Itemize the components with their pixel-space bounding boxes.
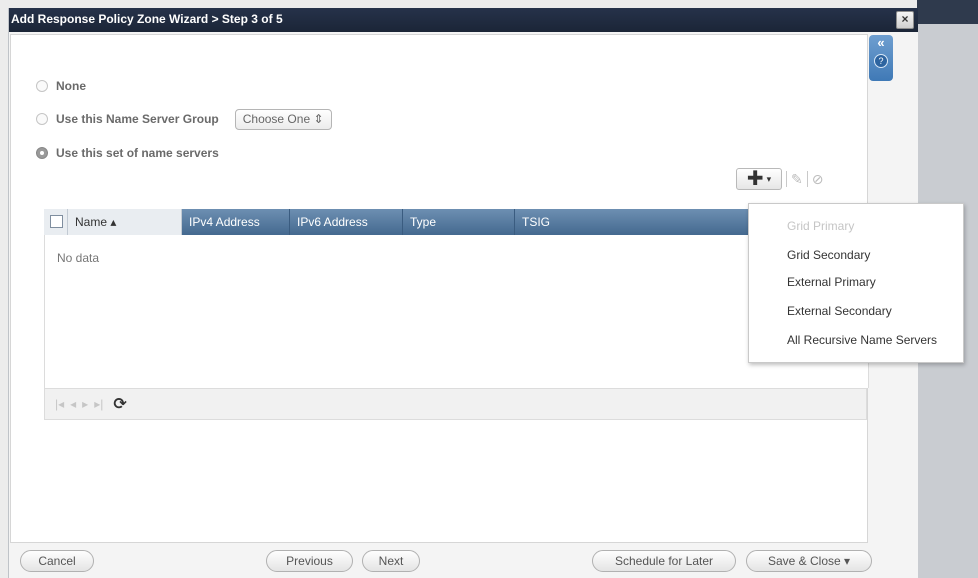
add-icon: ✚ xyxy=(746,168,764,190)
column-header-type[interactable]: Type xyxy=(403,209,515,235)
edit-icon[interactable]: ✎ xyxy=(791,171,803,188)
option-none[interactable]: None xyxy=(36,77,86,95)
refresh-icon[interactable]: ⟳ xyxy=(113,394,126,414)
menu-item-grid-primary: Grid Primary xyxy=(787,219,855,233)
toolbar-divider xyxy=(806,171,808,187)
dialog-titlebar: Add Response Policy Zone Wizard > Step 3… xyxy=(9,8,918,32)
column-header-name[interactable]: Name ▴ xyxy=(68,209,182,235)
option-none-label: None xyxy=(56,79,86,93)
schedule-later-button[interactable]: Schedule for Later xyxy=(592,550,736,572)
collapse-icon[interactable]: « xyxy=(869,35,893,51)
empty-message: No data xyxy=(57,251,100,265)
toolbar-divider xyxy=(786,171,787,187)
menu-item-grid-secondary[interactable]: Grid Secondary xyxy=(787,243,870,267)
background-titlebar xyxy=(917,0,978,24)
cancel-button[interactable]: Cancel xyxy=(20,550,94,572)
name-server-group-select[interactable]: Choose One ⇕ xyxy=(234,108,332,130)
first-page-icon[interactable]: |◂ xyxy=(55,397,64,411)
grid-header: Name ▴ IPv4 Address IPv6 Address Type TS… xyxy=(44,209,867,235)
option-group-label: Use this Name Server Group xyxy=(56,112,219,126)
dialog-title: Add Response Policy Zone Wizard > Step 3… xyxy=(11,12,283,26)
previous-page-icon[interactable]: ◂ xyxy=(70,397,76,411)
option-set-label: Use this set of name servers xyxy=(56,146,219,160)
column-header-ipv6[interactable]: IPv6 Address xyxy=(290,209,403,235)
last-page-icon[interactable]: ▸| xyxy=(94,397,103,411)
menu-item-external-primary[interactable]: External Primary xyxy=(787,270,876,294)
select-all-checkbox[interactable] xyxy=(50,215,63,228)
menu-item-all-recursive[interactable]: All Recursive Name Servers xyxy=(787,328,937,352)
grid-body: No data xyxy=(44,235,869,388)
grid-toolbar: ✚ ▾ ✎ ⊘ xyxy=(736,168,858,190)
radio-none[interactable] xyxy=(36,80,48,92)
add-button[interactable]: ✚ ▾ xyxy=(736,168,782,190)
radio-name-server-set[interactable] xyxy=(36,147,48,159)
chevron-down-icon: ▾ xyxy=(766,173,772,184)
column-header-ipv4[interactable]: IPv4 Address xyxy=(182,209,290,235)
next-button[interactable]: Next xyxy=(362,550,420,572)
next-page-icon[interactable]: ▸ xyxy=(82,397,88,411)
grid-pager: |◂ ◂ ▸ ▸| ⟳ xyxy=(44,388,867,420)
delete-icon[interactable]: ⊘ xyxy=(812,171,824,188)
menu-item-external-secondary[interactable]: External Secondary xyxy=(787,299,892,323)
select-all-cell[interactable] xyxy=(44,209,68,235)
option-name-server-set[interactable]: Use this set of name servers xyxy=(36,144,219,162)
option-name-server-group[interactable]: Use this Name Server Group Choose One ⇕ xyxy=(36,108,332,130)
save-close-button[interactable]: Save & Close ▾ xyxy=(746,550,872,572)
previous-button[interactable]: Previous xyxy=(266,550,353,572)
close-button[interactable]: × xyxy=(896,11,914,29)
side-help-tab[interactable]: « ? xyxy=(869,35,893,81)
add-server-menu: Grid Primary Grid Secondary External Pri… xyxy=(748,203,964,363)
help-icon[interactable]: ? xyxy=(874,54,888,68)
radio-name-server-group[interactable] xyxy=(36,113,48,125)
